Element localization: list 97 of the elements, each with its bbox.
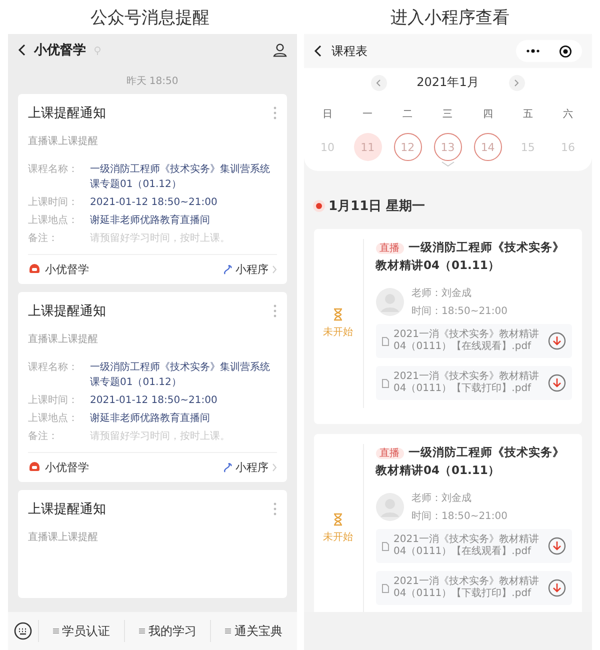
keyboard-icon[interactable] <box>14 622 32 640</box>
page-title: 课程表 <box>332 42 368 60</box>
file-name: 2021一消《技术实务》教材精讲 04（0111）【下载打印】.pdf <box>394 371 540 395</box>
download-icon[interactable] <box>548 537 566 555</box>
weekday-label: 二 <box>402 108 413 121</box>
menu-button[interactable]: 通关宝典 <box>210 620 296 642</box>
calendar-day[interactable]: 12 <box>394 133 422 161</box>
calendar-day[interactable]: 13 <box>434 133 462 161</box>
field-value: 2021-01-12 18:50~21:00 <box>90 394 218 408</box>
document-icon <box>382 378 388 388</box>
file-item[interactable]: 2021一消《技术实务》教材精讲 04（0111）【在线观看】.pdf <box>376 529 572 563</box>
weekday-label: 五 <box>522 108 533 121</box>
field-label: 课程名称： <box>28 163 79 177</box>
field-value: 一级消防工程师《技术实务》集训营系统课专题01（01.12） <box>90 360 271 390</box>
course-card[interactable]: 未开始 直播 一级消防工程师《技术实务》教材精讲04（01.11） 老师：刘金成 时间：18:50~21:00 2021一消《技术实务》教材精讲 04（0111）【在线观看】.pdf 2021一消《技术实务》教材精讲 04（0111）【下载打印】.pdf <box>314 434 582 612</box>
brand-name: 小优督学 <box>45 460 89 475</box>
avatar-icon <box>376 288 404 316</box>
document-icon <box>382 336 388 346</box>
message-subtitle: 直播课上课提醒 <box>28 530 99 544</box>
capsule-menu[interactable] <box>516 40 582 62</box>
chevron-right-icon <box>514 78 520 86</box>
course-title: 直播 一级消防工程师《技术实务》教材精讲04（01.11） <box>376 444 566 479</box>
course-status: 未开始 <box>323 326 353 339</box>
month-label: 2021年1月 <box>416 74 479 91</box>
hourglass-icon <box>333 308 343 321</box>
link-icon <box>222 264 232 274</box>
course-time: 时间：18:50~21:00 <box>412 510 508 523</box>
file-item[interactable]: 2021一消《技术实务》教材精讲 04（0111）【下载打印】.pdf <box>376 366 572 400</box>
field-label: 课程名称： <box>28 361 79 375</box>
date-heading: 1月11日 星期一 <box>328 198 426 215</box>
back-icon[interactable] <box>314 45 322 57</box>
field-label: 上课地点： <box>28 412 79 426</box>
calendar-day[interactable]: 11 <box>354 133 382 161</box>
field-label: 备注： <box>28 232 59 246</box>
document-icon <box>382 584 388 592</box>
course-card[interactable]: 未开始 直播 一级消防工程师《技术实务》教材精讲04（01.11） 老师：刘金成 时间：18:50~21:00 2021一消《技术实务》教材精讲 04（0111）【在线观看】.pdf 2021一消《技术实务》教材精讲 04（0111）【下载打印】.pdf <box>314 229 582 424</box>
message-title: 上课提醒通知 <box>28 303 106 320</box>
menu-icon <box>139 628 146 634</box>
previous-month-button[interactable] <box>370 74 387 90</box>
download-icon[interactable] <box>548 332 566 350</box>
weekday-label: 一 <box>362 108 373 121</box>
brand-logo-icon <box>28 263 41 276</box>
close-target-icon[interactable] <box>559 44 572 58</box>
mini-program-link[interactable]: 小程序 <box>222 262 276 277</box>
chevron-right-icon <box>272 463 276 472</box>
message-title: 上课提醒通知 <box>28 501 106 518</box>
file-item[interactable]: 2021一消《技术实务》教材精讲 04（0111）【下载打印】.pdf <box>376 571 572 605</box>
message-title: 上课提醒通知 <box>28 105 106 122</box>
weekday-label: 日 <box>322 108 333 121</box>
field-label: 上课时间： <box>28 196 79 210</box>
file-name: 2021一消《技术实务》教材精讲 04（0111）【在线观看】.pdf <box>394 329 540 353</box>
field-label: 上课地点： <box>28 214 79 228</box>
avatar-icon <box>376 493 404 521</box>
weekday-label: 六 <box>562 108 573 121</box>
timeline-dot <box>316 203 322 209</box>
download-icon[interactable] <box>548 579 566 597</box>
course-time: 时间：18:50~21:00 <box>412 304 508 318</box>
file-name: 2021一消《技术实务》教材精讲 04（0111）【在线观看】.pdf <box>394 534 540 558</box>
document-icon <box>382 542 388 550</box>
caption: 进入小程序查看 <box>390 6 510 28</box>
field-value: 2021-01-12 18:50~21:00 <box>90 196 218 210</box>
brand-logo-icon <box>28 461 41 474</box>
file-item[interactable]: 2021一消《技术实务》教材精讲 04（0111）【在线观看】.pdf <box>376 324 572 358</box>
course-title: 直播 一级消防工程师《技术实务》教材精讲04（01.11） <box>376 239 566 274</box>
hourglass-icon <box>333 513 343 526</box>
chevron-left-icon <box>376 78 382 86</box>
weekday-label: 三 <box>442 108 453 121</box>
teacher-name: 老师：刘金成 <box>412 286 472 300</box>
menu-icon <box>53 628 60 634</box>
brand-name: 小优督学 <box>45 262 89 277</box>
link-icon <box>222 462 232 472</box>
chevron-right-icon <box>272 265 276 274</box>
back-icon[interactable] <box>18 44 26 56</box>
field-value: 谢延非老师优路教育直播间 <box>90 412 210 426</box>
more-icon[interactable] <box>526 49 540 53</box>
download-icon[interactable] <box>548 374 566 392</box>
calendar-day[interactable]: 14 <box>474 133 502 161</box>
timestamp: 昨天 18:50 <box>125 75 180 89</box>
course-status: 未开始 <box>323 530 353 544</box>
file-name: 2021一消《技术实务》教材精讲 04（0111）【下载打印】.pdf <box>394 576 540 600</box>
message-subtitle: 直播课上课提醒 <box>28 134 99 148</box>
message-card[interactable]: 上课提醒通知 直播课上课提醒 <box>18 490 286 598</box>
caption: 公众号消息提醒 <box>90 6 210 28</box>
menu-button[interactable]: 我的学习 <box>124 620 210 642</box>
field-label: 上课时间： <box>28 394 79 408</box>
menu-icon <box>225 628 232 634</box>
mini-program-link[interactable]: 小程序 <box>222 460 276 475</box>
message-subtitle: 直播课上课提醒 <box>28 332 99 346</box>
profile-icon[interactable] <box>272 43 286 57</box>
field-value: 谢延非老师优路教育直播间 <box>90 214 210 228</box>
field-label: 备注： <box>28 430 59 444</box>
weekday-label: 四 <box>482 108 493 121</box>
field-value: 一级消防工程师《技术实务》集训营系统课专题01（01.12） <box>90 162 271 192</box>
menu-button[interactable]: 学员认证 <box>38 620 124 642</box>
next-month-button[interactable] <box>508 74 525 90</box>
teacher-name: 老师：刘金成 <box>412 492 472 505</box>
account-name: 小优督学 <box>34 42 86 59</box>
